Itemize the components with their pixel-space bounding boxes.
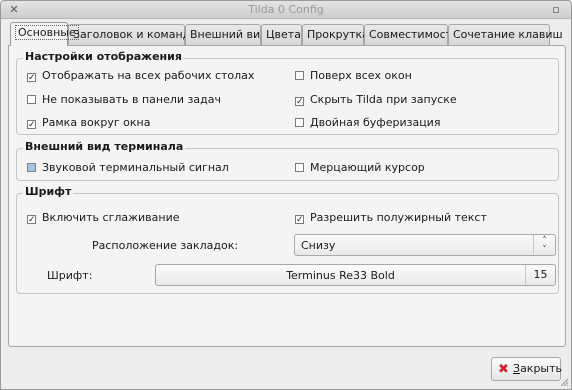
config-window: ✕ Tilda 0 Config ▫ Основные Заголовок и … [0, 0, 572, 390]
close-label-rest: акрыть [520, 362, 563, 375]
checkbox-checked-icon[interactable]: ✓ [27, 120, 36, 130]
font-frame-title: Шрифт [23, 185, 74, 198]
window-title: Tilda 0 Config [248, 3, 324, 16]
font-size: 15 [525, 265, 555, 285]
checkbox-always-on-top[interactable]: Поверх всех окон [295, 69, 412, 83]
terminal-appearance-title: Внешний вид терминала [23, 140, 186, 153]
updown-chevron-icon: ˄ ˅ [533, 235, 555, 255]
checkbox-antialias[interactable]: ✓ Включить сглаживание [27, 211, 180, 225]
maximize-icon[interactable]: ▫ [549, 3, 563, 17]
close-button[interactable]: ✖ Закрыть [491, 357, 563, 381]
checkbox-window-border[interactable]: ✓ Рамка вокруг окна [27, 116, 151, 130]
tab-compatibility[interactable]: Совместимость [364, 24, 459, 45]
tab-appearance[interactable]: Внешний вид [185, 24, 268, 45]
terminal-appearance-frame: Внешний вид терминала Звуковой терминаль… [16, 140, 559, 181]
font-chooser-button[interactable]: Terminus Re33 Bold 15 [155, 264, 556, 286]
resize-grip-icon[interactable] [559, 377, 569, 387]
checkbox-blinking-cursor[interactable]: Мерцающий курсор [295, 161, 425, 175]
tab-position-label: Расположение закладок: [92, 239, 239, 252]
tab-bar: Основные Заголовок и команда Внешний вид… [8, 22, 568, 46]
checkbox-indeterminate-icon[interactable] [27, 163, 36, 172]
tab-position-value: Снизу [301, 239, 336, 252]
checkbox-audible-bell[interactable]: Звуковой терминальный сигнал [27, 161, 229, 175]
font-frame: Шрифт ✓ Включить сглаживание ✓ Разрешить п… [16, 185, 559, 294]
display-settings-title: Настройки отображения [23, 50, 184, 63]
font-label: Шрифт: [47, 269, 93, 282]
checkbox-hide-on-start[interactable]: ✓ Скрыть Tilda при запуске [295, 93, 457, 107]
checkbox-checked-icon[interactable]: ✓ [295, 97, 304, 107]
checkbox-unchecked-icon[interactable] [295, 71, 304, 80]
checkbox-allow-bold[interactable]: ✓ Разрешить полужирный текст [295, 211, 487, 225]
tab-keybindings[interactable]: Сочетание клавиш [448, 24, 563, 45]
checkbox-double-buffering[interactable]: Двойная буферизация [295, 116, 440, 130]
title-bar[interactable]: ✕ Tilda 0 Config ▫ [1, 1, 571, 19]
tab-scrolling[interactable]: Прокрутка [302, 24, 369, 45]
checkbox-checked-icon[interactable]: ✓ [295, 215, 304, 225]
checkbox-unchecked-icon[interactable] [295, 163, 304, 172]
close-mnemonic: З [513, 362, 521, 375]
tab-colors[interactable]: Цвета [261, 24, 302, 45]
font-name: Terminus Re33 Bold [286, 269, 395, 282]
checkbox-checked-icon[interactable]: ✓ [27, 73, 36, 83]
tab-panel-general: Настройки отображения ✓ Отображать на все… [8, 45, 566, 347]
tab-title-command[interactable]: Заголовок и команда [68, 24, 197, 45]
tab-position-select[interactable]: Снизу ˄ ˅ [294, 234, 556, 256]
checkbox-unchecked-icon[interactable] [295, 118, 304, 127]
tab-general[interactable]: Основные [10, 22, 79, 46]
checkbox-unchecked-icon[interactable] [27, 95, 36, 104]
close-icon: ✖ [498, 362, 509, 377]
checkbox-checked-icon[interactable]: ✓ [27, 215, 36, 225]
checkbox-skip-taskbar[interactable]: Не показывать в панели задач [27, 93, 221, 107]
checkbox-all-desktops[interactable]: ✓ Отображать на всех рабочих столах [27, 69, 254, 83]
display-settings-frame: Настройки отображения ✓ Отображать на все… [16, 50, 559, 135]
